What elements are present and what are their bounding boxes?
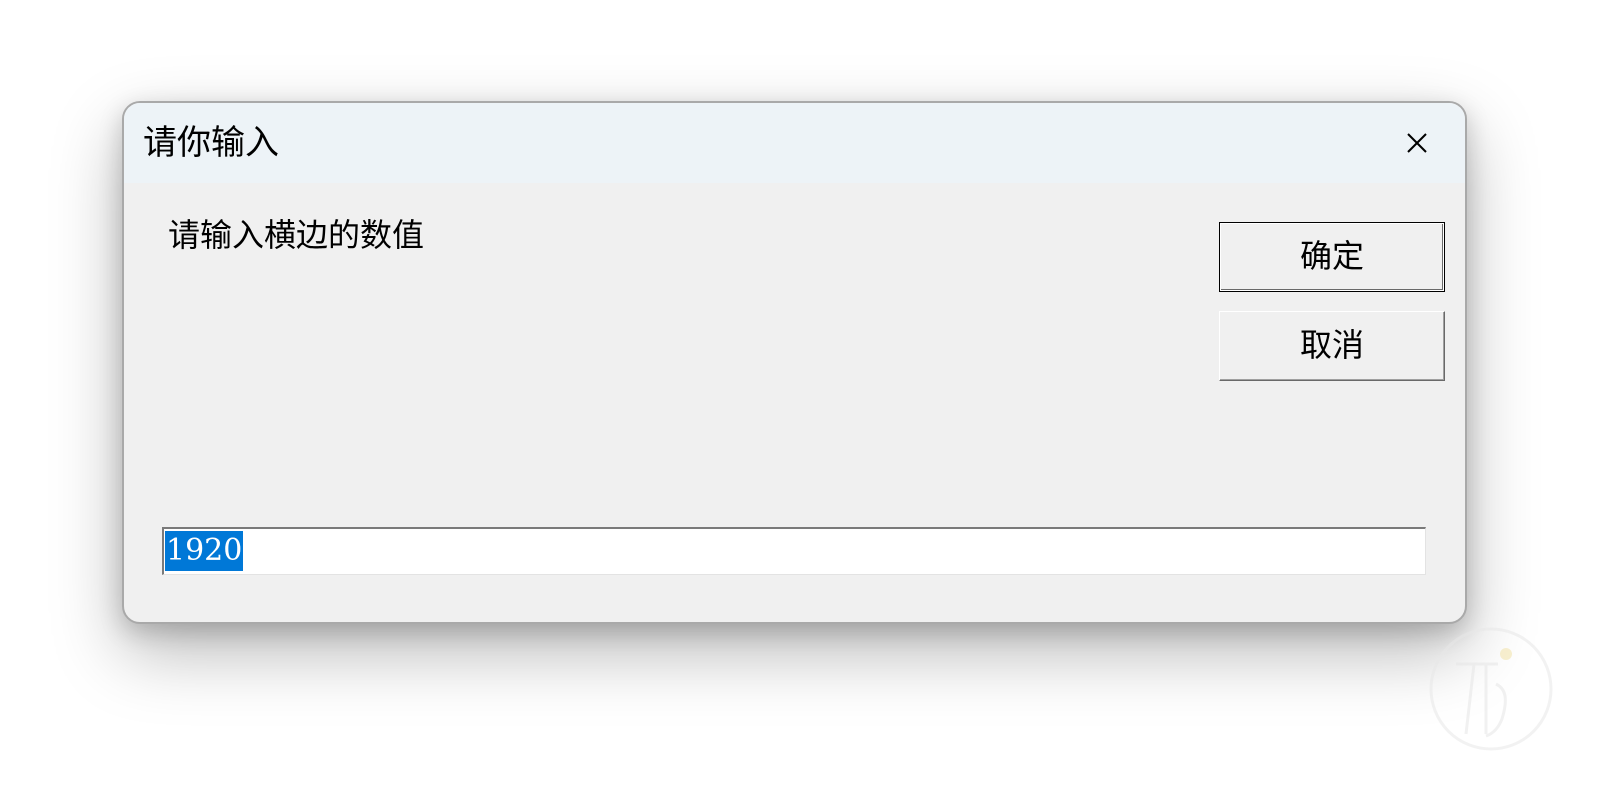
value-input[interactable]: 1920 xyxy=(162,527,1426,575)
ok-button[interactable]: 确定 xyxy=(1219,222,1445,292)
close-button[interactable] xyxy=(1397,123,1437,163)
title-bar[interactable]: 请你输入 xyxy=(124,103,1465,183)
selected-input-text: 1920 xyxy=(165,531,244,571)
watermark-logo-icon xyxy=(1426,624,1556,754)
input-dialog: 请你输入 请输入横边的数值 确定 取消 1920 xyxy=(122,101,1467,624)
close-icon xyxy=(1407,133,1427,153)
prompt-label: 请输入横边的数值 xyxy=(168,216,425,254)
dialog-title: 请你输入 xyxy=(143,123,279,163)
cancel-button[interactable]: 取消 xyxy=(1219,311,1445,381)
